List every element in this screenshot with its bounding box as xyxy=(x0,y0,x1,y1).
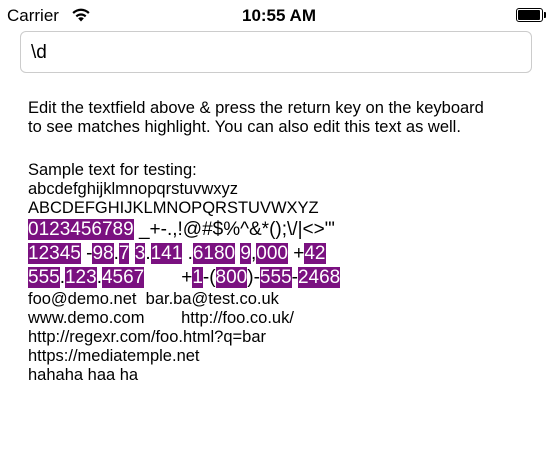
lowercase-line: abcdefghijklmnopqrstuvwxyz xyxy=(28,180,239,198)
email-line: foo@demo.net bar.ba@test.co.uk xyxy=(28,290,279,308)
numbers-line-2: 555.123.4567 +1-(800)-555-2468 xyxy=(28,266,548,290)
status-bar: Carrier 10:55 AM xyxy=(0,0,558,32)
clock: 10:55 AM xyxy=(241,6,316,25)
regex-match: 000 xyxy=(256,243,288,264)
regex-match: 1 xyxy=(192,267,203,288)
text-segment: - xyxy=(80,243,93,264)
regexr-line: http://regexr.com/foo.html?q=bar xyxy=(28,328,267,346)
regex-match: 4567 xyxy=(101,267,145,288)
regex-input[interactable] xyxy=(31,40,511,66)
regex-match: 123 xyxy=(64,267,97,288)
regex-match: 98 xyxy=(92,243,114,264)
text-segment xyxy=(129,243,134,264)
regex-match: 42 xyxy=(304,243,326,264)
regex-match: 12345 xyxy=(28,243,81,264)
regex-match: 2468 xyxy=(297,267,341,288)
regex-match: 9 xyxy=(240,243,251,264)
numbers-line-1: 12345 -98.7 3.141 .6180 9,000 +42 xyxy=(28,242,548,266)
regex-match: 7 xyxy=(118,243,130,264)
regex-input-field[interactable] xyxy=(20,31,532,73)
sample-heading: Sample text for testing: xyxy=(28,161,197,179)
instructions-line-1: Edit the textfield above & press the ret… xyxy=(28,99,484,117)
regex-match: 3 xyxy=(134,243,146,264)
regex-match: 0123456789 xyxy=(28,219,134,240)
mediatemple-line: https://mediatemple.net xyxy=(28,347,200,365)
text-segment: )- xyxy=(247,267,260,288)
digits-line-rest: _+-.,!@#$%^&*();\/|<>"' xyxy=(133,219,336,240)
text-segment: . xyxy=(145,243,151,264)
text-segment: . xyxy=(182,243,193,264)
regex-match: 141 xyxy=(150,243,183,264)
regex-match: 555 xyxy=(28,267,60,288)
regex-match: 6180 xyxy=(192,243,236,264)
text-segment: + xyxy=(287,243,305,264)
regex-match: 555 xyxy=(259,267,292,288)
uppercase-line: ABCDEFGHIJKLMNOPQRSTUVWXYZ xyxy=(28,199,319,217)
editable-text-view[interactable]: Edit the textfield above & press the ret… xyxy=(28,99,548,385)
text-segment: -( xyxy=(202,267,216,288)
regex-match: 800 xyxy=(215,267,248,288)
web-line: www.demo.com http://foo.co.uk/ xyxy=(28,309,294,327)
text-segment: + xyxy=(144,267,193,288)
battery-full-icon xyxy=(516,8,547,22)
haha-line: hahaha haa ha xyxy=(28,366,139,384)
digits-line: 0123456789 _+-.,!@#$%^&*();\/|<>"' xyxy=(28,218,548,242)
instructions-line-2: to see matches highlight. You can also e… xyxy=(28,118,461,136)
text-segment: - xyxy=(291,267,298,288)
